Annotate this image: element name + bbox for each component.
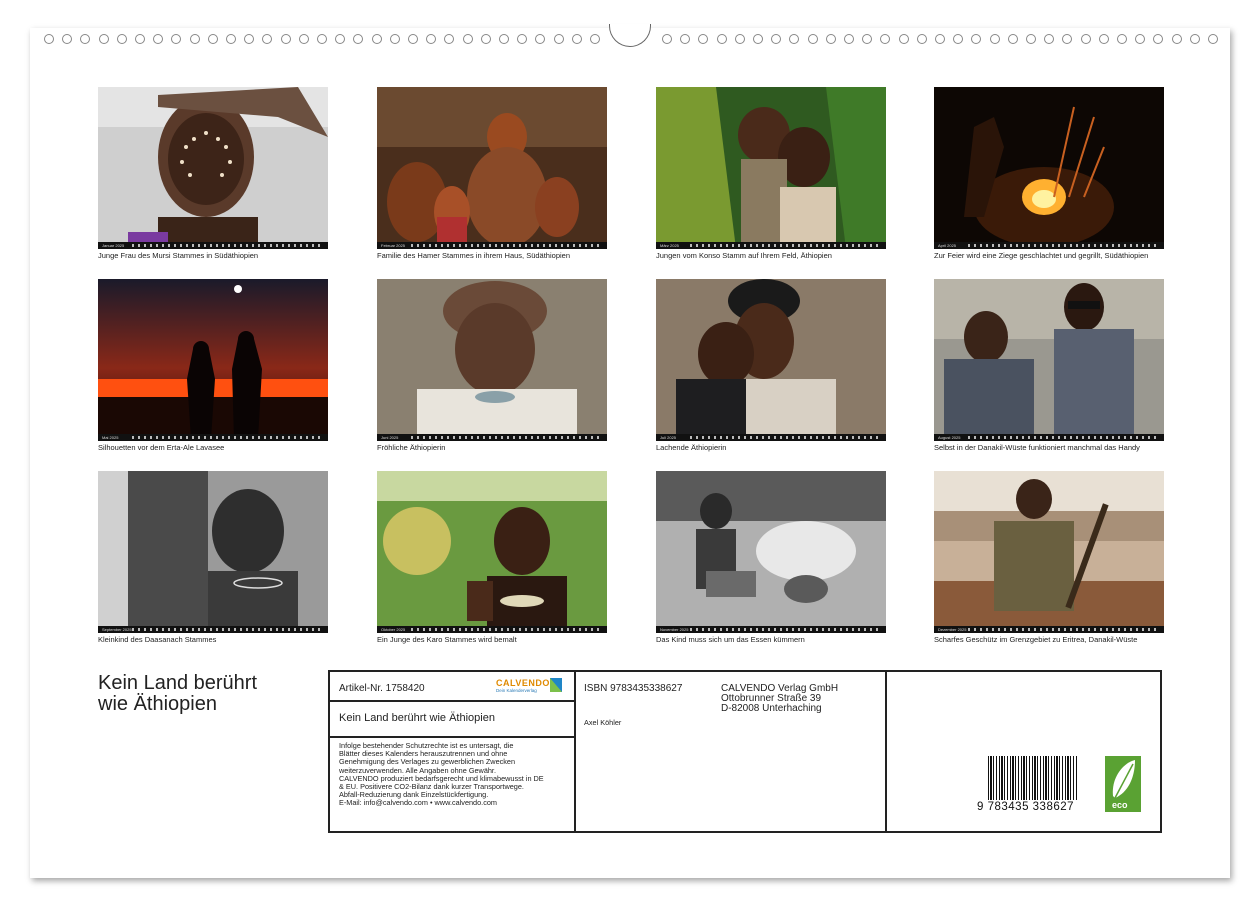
photo-caption: Silhouetten vor dem Erta-Ale Lavasee <box>98 443 225 452</box>
month-label: April 2025 <box>938 243 957 248</box>
author: Axel Köhler <box>584 718 622 727</box>
photo-tile: Juni 2025 Fröhliche Äthiopierin <box>377 279 607 453</box>
title-line-2: wie Äthiopien <box>98 693 217 715</box>
photo-september: September 2025 <box>98 471 328 633</box>
photo-april: April 2025 <box>934 87 1164 249</box>
month-label: Oktober 2025 <box>381 627 406 632</box>
photo-caption: Fröhliche Äthiopierin <box>377 443 446 452</box>
photo-caption: Kleinkind des Daasanach Stammes <box>98 635 217 644</box>
photo-caption: Zur Feier wird eine Ziege geschlachtet u… <box>934 251 1149 260</box>
photo-caption: Das Kind muss sich um das Essen kümmern <box>656 635 805 644</box>
photo-november: November 2025 <box>656 471 886 633</box>
month-label: Juni 2025 <box>381 435 399 440</box>
photo-tile: November 2025 Das Kind muss sich um das … <box>656 471 886 645</box>
photo-tile: Mai 2025 Silhouetten vor dem Erta-Ale La… <box>98 279 328 453</box>
month-strip: November 2025 <box>656 626 886 633</box>
month-strip: April 2025 <box>934 242 1164 249</box>
month-label: Dezember 2025 <box>938 627 967 632</box>
calendar-title: Kein Land berührt wie Äthiopien <box>98 673 257 715</box>
photo-caption: Selbst in der Danakil-Wüste funktioniert… <box>934 443 1140 452</box>
logo-subtitle: Dein Kalenderverlag <box>496 688 537 693</box>
photo-march: März 2025 <box>656 87 886 249</box>
month-label: August 2025 <box>938 435 961 440</box>
photo-may: Mai 2025 <box>98 279 328 441</box>
month-strip: Juni 2025 <box>377 434 607 441</box>
photo-january: Januar 2025 <box>98 87 328 249</box>
legal-line: E-Mail: info@calvendo.com • www.calvendo… <box>339 798 497 808</box>
month-label: September 2025 <box>102 627 132 632</box>
photo-tile: März 2025 Jungen vom Konso Stamm auf Ihr… <box>656 87 886 261</box>
photo-tile: September 2025 Kleinkind des Daasanach S… <box>98 471 328 645</box>
month-strip: Juli 2025 <box>656 434 886 441</box>
month-strip: September 2025 <box>98 626 328 633</box>
month-label: Februar 2025 <box>381 243 406 248</box>
legal-notice: Infolge bestehender Schutzrechte ist es … <box>339 741 544 808</box>
photo-tile: Dezember 2025 Scharfes Geschütz im Grenz… <box>934 471 1164 645</box>
publisher-line-3: D-82008 Unterhaching <box>721 703 822 714</box>
month-strip: Oktober 2025 <box>377 626 607 633</box>
month-label: Januar 2025 <box>102 243 125 248</box>
photo-june: Juni 2025 <box>377 279 607 441</box>
photo-tile: Juli 2025 Lachende Äthiopierin <box>656 279 886 453</box>
barcode-number: 9 783435 338627 <box>977 801 1075 813</box>
month-strip: Januar 2025 <box>98 242 328 249</box>
barcode <box>988 756 1078 800</box>
book-title: Kein Land berührt wie Äthiopien <box>339 712 495 724</box>
photo-tile: Januar 2025 Junge Frau des Mursi Stammes… <box>98 87 328 261</box>
photo-tile: August 2025 Selbst in der Danakil-Wüste … <box>934 279 1164 453</box>
month-label: Juli 2025 <box>660 435 677 440</box>
month-strip: März 2025 <box>656 242 886 249</box>
month-strip: August 2025 <box>934 434 1164 441</box>
photo-december: Dezember 2025 <box>934 471 1164 633</box>
photo-august: August 2025 <box>934 279 1164 441</box>
month-strip: Februar 2025 <box>377 242 607 249</box>
photo-caption: Junge Frau des Mursi Stammes in Südäthio… <box>98 251 259 260</box>
month-strip: Dezember 2025 <box>934 626 1164 633</box>
title-line-1: Kein Land berührt <box>98 672 258 694</box>
month-label: März 2025 <box>660 243 679 248</box>
photo-tile: Februar 2025 Familie des Hamer Stammes i… <box>377 87 607 261</box>
calvendo-logo: CALVENDO Dein Kalenderverlag <box>496 678 562 693</box>
photo-caption: Familie des Hamer Stammes in ihrem Haus,… <box>377 251 570 260</box>
isbn: ISBN 9783435338627 <box>584 683 683 694</box>
photo-february: Februar 2025 <box>377 87 607 249</box>
month-label: Mai 2025 <box>102 435 119 440</box>
month-strip: Mai 2025 <box>98 434 328 441</box>
logo-name: CALVENDO <box>496 678 550 688</box>
photo-caption: Jungen vom Konso Stamm auf Ihrem Feld, Ä… <box>656 251 832 260</box>
photo-caption: Scharfes Geschütz im Grenzgebiet zu Erit… <box>934 635 1138 644</box>
article-number: Artikel-Nr. 1758420 <box>339 683 425 694</box>
photo-july: Juli 2025 <box>656 279 886 441</box>
eco-label: eco <box>1112 800 1128 810</box>
photo-caption: Ein Junge des Karo Stammes wird bemalt <box>377 635 517 644</box>
month-label: November 2025 <box>660 627 689 632</box>
photo-tile: Oktober 2025 Ein Junge des Karo Stammes … <box>377 471 607 645</box>
photo-october: Oktober 2025 <box>377 471 607 633</box>
photo-tile: April 2025 Zur Feier wird eine Ziege ges… <box>934 87 1164 261</box>
photo-caption: Lachende Äthiopierin <box>656 443 727 452</box>
